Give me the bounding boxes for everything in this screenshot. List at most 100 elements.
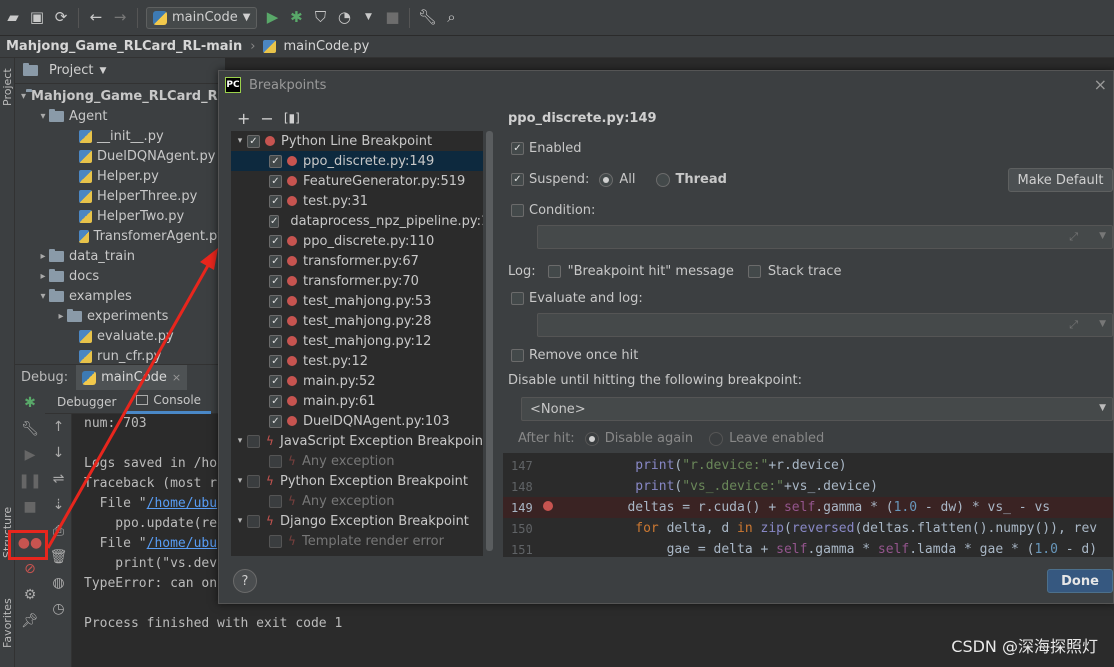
help-button[interactable]: ? <box>233 569 257 593</box>
bp-item[interactable]: ✓ test_mahjong.py:28 <box>231 311 495 331</box>
checkbox[interactable]: ✓ <box>269 414 282 428</box>
bp-item[interactable]: ✓ dataprocess_npz_pipeline.py:192 <box>231 211 495 231</box>
bp-item[interactable]: ϟ Any exception <box>231 491 495 511</box>
checkbox[interactable]: ✓ <box>269 394 282 408</box>
bp-item[interactable]: ✓ main.py:52 <box>231 371 495 391</box>
expand-chevron-icon[interactable]: ▾ <box>233 136 247 146</box>
evaluate-log-input[interactable]: ⤢ ▼ <box>537 313 1113 337</box>
checkbox[interactable]: ✓ <box>269 294 282 308</box>
checkbox[interactable] <box>247 474 260 488</box>
bp-label: DuelDQNAgent.py:103 <box>303 413 450 429</box>
breakpoints-scrollbar[interactable] <box>483 131 495 556</box>
suspend-thread-radio[interactable] <box>655 172 670 187</box>
code-text: for delta, d in zip(reversed(deltas.flat… <box>635 521 1098 536</box>
checkbox[interactable]: ✓ <box>269 254 282 268</box>
checkbox[interactable] <box>247 434 260 448</box>
suspend-checkbox[interactable]: ✓ <box>511 173 524 186</box>
done-button[interactable]: Done <box>1047 569 1113 593</box>
bp-item[interactable]: ✓ test_mahjong.py:12 <box>231 331 495 351</box>
checkbox[interactable]: ✓ <box>269 154 282 168</box>
disable-again-radio[interactable] <box>584 431 599 446</box>
line-number: 149 <box>511 500 533 515</box>
remove-once-hit-checkbox[interactable] <box>511 349 524 362</box>
condition-input[interactable]: ⤢ ▼ <box>537 225 1113 249</box>
bp-item[interactable]: ✓ DuelDQNAgent.py:103 <box>231 411 495 431</box>
checkbox[interactable]: ✓ <box>269 374 282 388</box>
bp-label: ppo_discrete.py:149 <box>303 153 435 169</box>
make-default-button[interactable]: Make Default <box>1008 168 1113 192</box>
leave-enabled-radio[interactable] <box>709 431 724 446</box>
expand-chevron-icon[interactable]: ▾ <box>233 436 247 446</box>
bp-item[interactable]: ✓ transformer.py:67 <box>231 251 495 271</box>
breakpoint-dot-icon <box>287 316 297 326</box>
after-hit-row: After hit: Disable again Leave enabled <box>518 431 824 446</box>
bp-group-py-exception[interactable]: ▾ ϟ Python Exception Breakpoint <box>231 471 495 491</box>
code-line: 151 gae = delta + self.gamma * self.lamd… <box>503 539 1113 557</box>
chevron-down-icon[interactable]: ▼ <box>1099 403 1106 413</box>
code-line: 150 for delta, d in zip(reversed(deltas.… <box>503 518 1113 539</box>
scrollbar-thumb[interactable] <box>486 131 493 551</box>
checkbox[interactable]: ✓ <box>269 354 282 368</box>
enabled-checkbox-row[interactable]: ✓ Enabled <box>511 141 582 156</box>
exception-bolt-icon: ϟ <box>266 514 274 528</box>
bp-item[interactable]: ✓ test.py:12 <box>231 351 495 371</box>
checkbox[interactable]: ✓ <box>247 134 260 148</box>
bp-label: ppo_discrete.py:110 <box>303 233 435 249</box>
evaluate-log-checkbox[interactable] <box>511 292 524 305</box>
breakpoint-dot-icon <box>287 296 297 306</box>
checkbox[interactable]: ✓ <box>269 174 282 188</box>
checkbox[interactable]: ✓ <box>269 314 282 328</box>
group-icon[interactable]: [▮] <box>284 109 300 128</box>
breakpoint-hit-checkbox[interactable] <box>547 265 561 278</box>
disable-until-select[interactable]: <None> ▼ <box>521 397 1113 421</box>
bp-item[interactable]: ✓ test.py:31 <box>231 191 495 211</box>
bp-item[interactable]: ✓ transformer.py:70 <box>231 271 495 291</box>
checkbox[interactable] <box>269 454 282 468</box>
add-icon[interactable]: + <box>237 109 250 128</box>
checkbox[interactable]: ✓ <box>269 214 280 228</box>
close-icon[interactable]: × <box>1094 75 1107 94</box>
bp-label: test_mahjong.py:53 <box>303 293 432 309</box>
bp-item[interactable]: ϟ Any exception <box>231 451 495 471</box>
checkbox[interactable]: ✓ <box>269 274 282 288</box>
exception-bolt-icon: ϟ <box>288 494 296 508</box>
bp-item[interactable]: ✓ ppo_discrete.py:110 <box>231 231 495 251</box>
bp-group-django[interactable]: ▾ ϟ Django Exception Breakpoint <box>231 511 495 531</box>
expand-chevron-icon[interactable]: ▾ <box>233 476 247 486</box>
bp-item[interactable]: ✓ FeatureGenerator.py:519 <box>231 171 495 191</box>
condition-row[interactable]: Condition: <box>511 203 595 218</box>
log-label: Log: <box>508 264 536 279</box>
evaluate-log-row[interactable]: Evaluate and log: <box>511 291 643 306</box>
line-number: 150 <box>511 521 533 536</box>
condition-checkbox[interactable] <box>511 204 524 217</box>
chevron-down-icon[interactable]: ▼ <box>1099 231 1106 241</box>
breakpoint-dot-icon <box>287 236 297 246</box>
bp-item[interactable]: ✓ test_mahjong.py:53 <box>231 291 495 311</box>
checkbox[interactable] <box>247 514 260 528</box>
suspend-thread-label: Thread <box>675 172 727 187</box>
remove-once-hit-row[interactable]: Remove once hit <box>511 348 638 363</box>
breakpoint-dot-icon <box>543 501 553 511</box>
checkbox[interactable]: ✓ <box>269 334 282 348</box>
bp-item[interactable]: ✓ main.py:61 <box>231 391 495 411</box>
enabled-checkbox[interactable]: ✓ <box>511 142 524 155</box>
bp-group-python-line[interactable]: ▾ ✓ Python Line Breakpoint <box>231 131 495 151</box>
checkbox[interactable]: ✓ <box>269 194 282 208</box>
checkbox[interactable] <box>269 534 282 548</box>
line-number: 151 <box>511 542 533 557</box>
breakpoint-detail-title: ppo_discrete.py:149 <box>508 111 657 126</box>
expand-icon[interactable]: ⤢ <box>1069 230 1078 244</box>
suspend-all-radio[interactable] <box>599 172 614 187</box>
bp-item[interactable]: ϟ Template render error <box>231 531 495 551</box>
expand-icon[interactable]: ⤢ <box>1069 318 1078 332</box>
bp-group-js-exception[interactable]: ▾ ϟ JavaScript Exception Breakpoints <box>231 431 495 451</box>
bp-item[interactable]: ✓ ppo_discrete.py:149 <box>231 151 495 171</box>
checkbox[interactable] <box>269 494 282 508</box>
breakpoints-tree: ▾ ✓ Python Line Breakpoint ✓ ppo_discrete.p… <box>231 131 495 556</box>
checkbox[interactable]: ✓ <box>269 234 282 248</box>
stack-trace-checkbox[interactable] <box>747 265 761 278</box>
remove-icon[interactable]: − <box>260 109 273 128</box>
expand-chevron-icon[interactable]: ▾ <box>233 516 247 526</box>
condition-label: Condition: <box>529 203 596 218</box>
chevron-down-icon[interactable]: ▼ <box>1099 319 1106 329</box>
